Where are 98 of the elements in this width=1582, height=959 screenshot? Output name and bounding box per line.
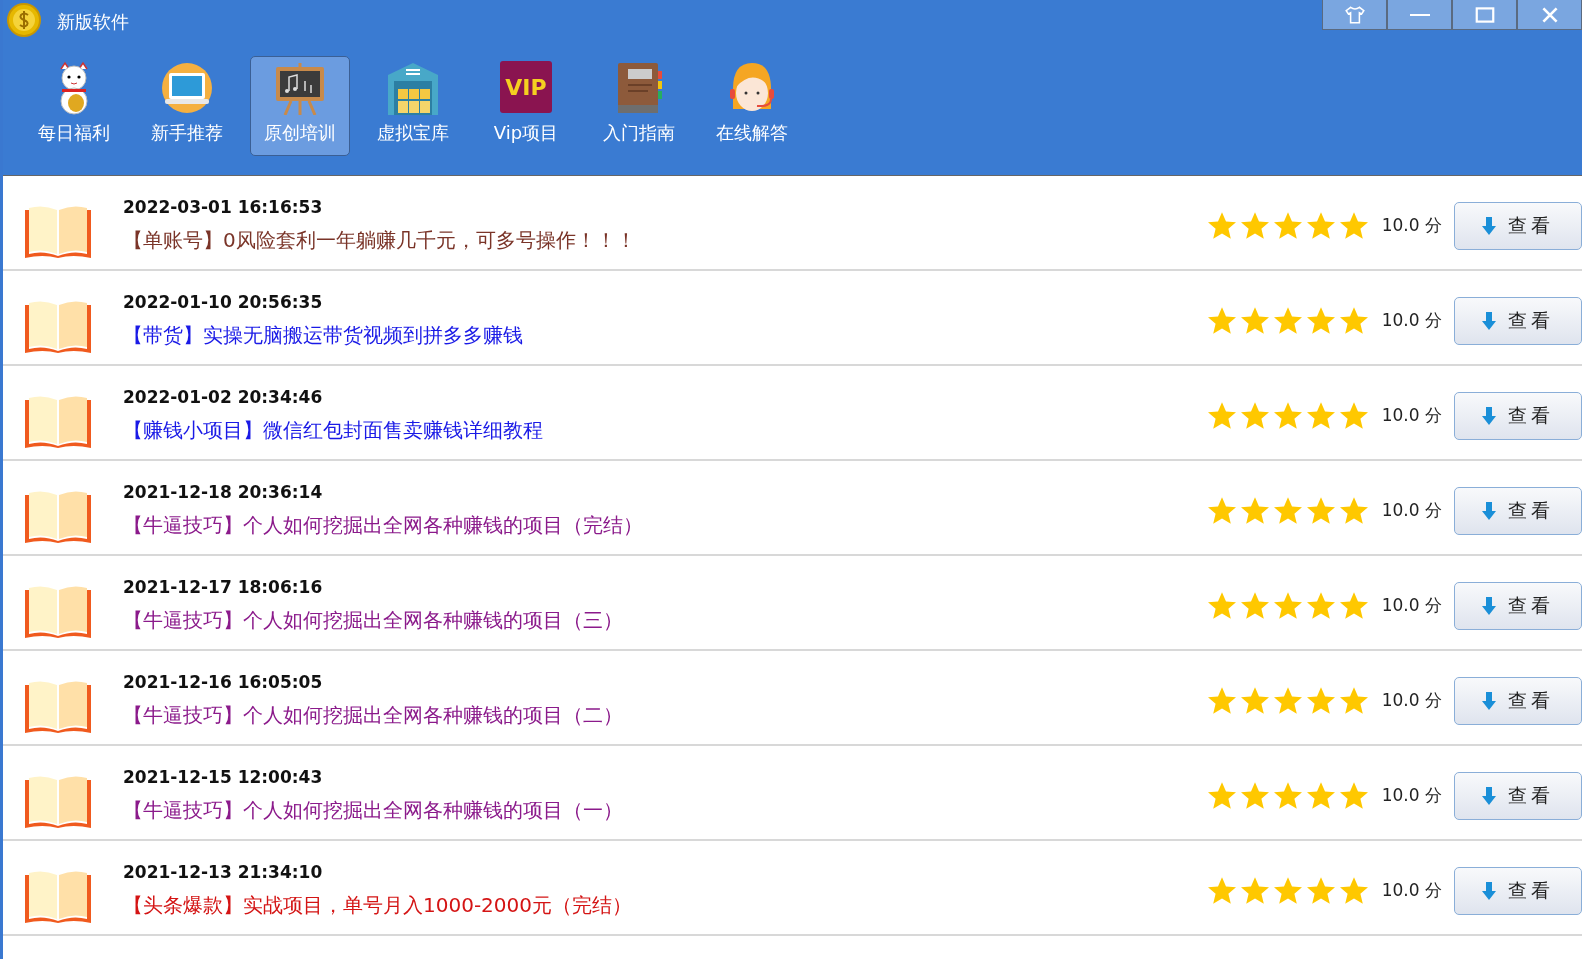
filled-star-icon [1271,210,1304,241]
down-arrow-icon [1482,690,1496,711]
toolbar-tab[interactable]: 在线解答 [702,56,802,156]
filled-star-icon [1337,685,1370,716]
score-text: 10.0 分 [1381,784,1442,807]
filled-star-icon [1271,400,1304,431]
filled-star-icon [1337,210,1370,241]
item-date: 2021-12-18 20:36:14 [123,482,324,502]
view-button[interactable]: 查看 [1454,201,1582,250]
score-text: 10.0 分 [1381,214,1442,237]
toolbar-tab[interactable]: 入门指南 [589,56,689,156]
filled-star-icon [1304,495,1337,526]
toolbar-tab[interactable]: 每日福利 [24,56,124,156]
laptop-icon [160,61,214,115]
filled-star-icon [1205,875,1238,906]
filled-star-icon [1238,590,1271,621]
item-title-link[interactable]: 【牛逼技巧】个人如何挖掘出全网各种赚钱的项目（完结） [123,512,643,539]
filled-star-icon [1304,590,1337,621]
filled-star-icon [1205,780,1238,811]
coin-icon [7,3,41,37]
filled-star-icon [1304,210,1337,241]
view-button[interactable]: 查看 [1454,866,1582,915]
minimize-icon [1408,13,1431,16]
filled-star-icon [1205,400,1238,431]
item-title-link[interactable]: 【赚钱小项目】微信红包封面售卖赚钱详细教程 [123,417,543,444]
item-title-link[interactable]: 【单账号】0风险套利一年躺赚几千元，可多号操作！！！ [123,227,636,254]
item-date: 2021-12-16 16:05:05 [123,672,324,692]
item-date: 2021-12-17 18:06:16 [123,577,324,597]
vip-icon: VIP [500,61,552,113]
score-text: 10.0 分 [1381,594,1442,617]
filled-star-icon [1304,685,1337,716]
down-arrow-icon [1482,310,1496,331]
filled-star-icon [1238,495,1271,526]
maximize-button[interactable] [1452,0,1517,30]
toolbar-tab[interactable]: 虚拟宝库 [363,56,463,156]
filled-star-icon [1304,780,1337,811]
filled-star-icon [1205,210,1238,241]
item-title-link[interactable]: 【头条爆款】实战项目，单号月入1000-2000元（完结） [123,892,632,919]
view-button[interactable]: 查看 [1454,676,1582,725]
filled-star-icon [1238,210,1271,241]
down-arrow-icon [1482,215,1496,236]
toolbar-tab[interactable]: VIP Vip项目 [476,56,576,156]
down-arrow-icon [1482,500,1496,521]
filled-star-icon [1271,495,1304,526]
view-button[interactable]: 查看 [1454,486,1582,535]
filled-star-icon [1271,780,1304,811]
filled-star-icon [1337,875,1370,906]
item-title-link[interactable]: 【牛逼技巧】个人如何挖掘出全网各种赚钱的项目（一） [123,797,623,824]
filled-star-icon [1337,305,1370,336]
filled-star-icon [1238,780,1271,811]
close-button[interactable] [1517,0,1582,30]
filled-star-icon [1205,495,1238,526]
filled-star-icon [1304,305,1337,336]
filled-star-icon [1205,590,1238,621]
filled-star-icon [1304,875,1337,906]
item-date: 2022-03-01 16:16:53 [123,197,324,217]
down-arrow-icon [1482,880,1496,901]
score-text: 10.0 分 [1381,309,1442,332]
item-date: 2021-12-15 12:00:43 [123,767,324,787]
item-date: 2022-01-10 20:56:35 [123,292,324,312]
filled-star-icon [1238,305,1271,336]
down-arrow-icon [1482,785,1496,806]
shirt-icon [1343,3,1366,26]
chalkboard-icon [273,61,327,115]
minimize-button[interactable] [1387,0,1452,30]
filled-star-icon [1337,400,1370,431]
score-text: 10.0 分 [1381,689,1442,712]
filled-star-icon [1304,400,1337,431]
filled-star-icon [1271,875,1304,906]
filled-star-icon [1337,780,1370,811]
score-text: 10.0 分 [1381,879,1442,902]
filled-star-icon [1337,590,1370,621]
item-date: 2021-12-13 21:34:10 [123,862,324,882]
toolbar-tab[interactable]: 新手推荐 [137,56,237,156]
skin-button[interactable] [1322,0,1387,30]
warehouse-icon [386,61,440,115]
filled-star-icon [1271,305,1304,336]
item-title-link[interactable]: 【牛逼技巧】个人如何挖掘出全网各种赚钱的项目（二） [123,702,623,729]
window-title: 新版软件 [57,10,129,34]
filled-star-icon [1205,685,1238,716]
filled-star-icon [1238,685,1271,716]
view-button[interactable]: 查看 [1454,391,1582,440]
item-title-link[interactable]: 【牛逼技巧】个人如何挖掘出全网各种赚钱的项目（三） [123,607,623,634]
view-button[interactable]: 查看 [1454,296,1582,345]
view-button[interactable]: 查看 [1454,581,1582,630]
item-title-link[interactable]: 【带货】实操无脑搬运带货视频到拼多多赚钱 [123,322,523,349]
score-text: 10.0 分 [1381,499,1442,522]
filled-star-icon [1238,400,1271,431]
score-text: 10.0 分 [1381,404,1442,427]
filled-star-icon [1205,305,1238,336]
item-date: 2022-01-02 20:34:46 [123,387,324,407]
down-arrow-icon [1482,405,1496,426]
filled-star-icon [1238,875,1271,906]
filled-star-icon [1271,685,1304,716]
filled-star-icon [1271,590,1304,621]
view-button[interactable]: 查看 [1454,771,1582,820]
filled-star-icon [1337,495,1370,526]
down-arrow-icon [1482,595,1496,616]
